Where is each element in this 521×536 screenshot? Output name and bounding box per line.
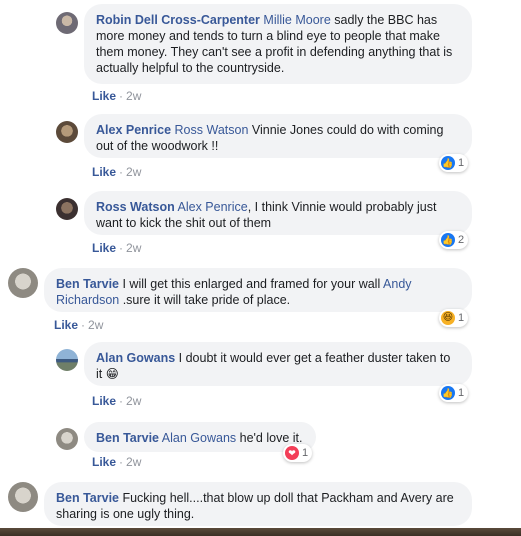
comment-text-after: .sure it will take pride of place. xyxy=(119,293,291,307)
comment-author[interactable]: Ben Tarvie xyxy=(96,431,159,445)
thumbs-up-icon: 👍 xyxy=(441,233,455,247)
like-link[interactable]: Like xyxy=(92,394,116,408)
separator: · xyxy=(119,241,124,255)
window-bottom-edge xyxy=(0,528,521,536)
reaction-count: 1 xyxy=(302,447,309,459)
separator: · xyxy=(119,394,124,408)
reaction-summary[interactable]: 👍 1 xyxy=(439,154,469,172)
like-link[interactable]: Like xyxy=(92,241,116,255)
comment-bubble: Alex Penrice Ross Watson Vinnie Jones co… xyxy=(84,114,472,158)
reaction-summary[interactable]: 👍 1 xyxy=(439,384,469,402)
comment-actions: Like · 2w xyxy=(92,394,141,408)
comment-actions: Like · 2w xyxy=(54,318,103,332)
comment-bubble: Ross Watson Alex Penrice, I think Vinnie… xyxy=(84,191,472,235)
avatar[interactable] xyxy=(8,482,38,512)
avatar[interactable] xyxy=(56,349,78,371)
comment-author[interactable]: Alex Penrice xyxy=(96,123,171,137)
like-link[interactable]: Like xyxy=(92,165,116,179)
comment-timestamp[interactable]: 2w xyxy=(88,318,103,332)
comment-timestamp[interactable]: 2w xyxy=(126,89,141,103)
reaction-count: 1 xyxy=(458,157,465,169)
comment-author[interactable]: Ben Tarvie xyxy=(56,491,119,505)
like-link[interactable]: Like xyxy=(92,89,116,103)
avatar[interactable] xyxy=(8,268,38,298)
heart-icon: ❤ xyxy=(285,446,299,460)
reaction-summary[interactable]: 😆 1 xyxy=(439,309,469,327)
comment-author[interactable]: Ben Tarvie xyxy=(56,277,119,291)
reaction-summary[interactable]: 👍 2 xyxy=(439,231,469,249)
comment-mention[interactable]: Millie Moore xyxy=(263,13,330,27)
comment-actions: Like · 2w xyxy=(92,241,141,255)
comment-actions: Like · 2w xyxy=(92,89,141,103)
separator: · xyxy=(119,165,124,179)
separator: · xyxy=(119,455,124,469)
comment-bubble: Ben Tarvie Alan Gowans he'd love it. xyxy=(84,422,316,452)
comment-bubble: Ben Tarvie I will get this enlarged and … xyxy=(44,268,472,312)
comment-timestamp[interactable]: 2w xyxy=(126,394,141,408)
thumbs-up-icon: 👍 xyxy=(441,386,455,400)
comment-actions: Like · 2w xyxy=(92,455,141,469)
like-link[interactable]: Like xyxy=(92,455,116,469)
grin-emoji: 😁 xyxy=(105,367,119,381)
comment-text: he'd love it. xyxy=(236,431,303,445)
comment-mention[interactable]: Alan Gowans xyxy=(162,431,236,445)
laughing-face-icon: 😆 xyxy=(441,311,455,325)
separator: · xyxy=(81,318,86,332)
thumbs-up-icon: 👍 xyxy=(441,156,455,170)
avatar[interactable] xyxy=(56,121,78,143)
comment-timestamp[interactable]: 2w xyxy=(126,165,141,179)
comment-author[interactable]: Ross Watson xyxy=(96,200,175,214)
avatar[interactable] xyxy=(56,198,78,220)
reaction-summary[interactable]: ❤ 1 xyxy=(283,444,313,462)
like-link[interactable]: Like xyxy=(54,318,78,332)
reaction-count: 1 xyxy=(458,312,465,324)
avatar[interactable] xyxy=(56,12,78,34)
comment-actions: Like · 2w xyxy=(92,165,141,179)
comment-timestamp[interactable]: 2w xyxy=(126,455,141,469)
comment-text: I will get this enlarged and framed for … xyxy=(119,277,384,291)
comment-bubble: Ben Tarvie Fucking hell....that blow up … xyxy=(44,482,472,526)
comment-author[interactable]: Robin Dell Cross-Carpenter xyxy=(96,13,260,27)
reaction-count: 2 xyxy=(458,234,465,246)
comment-mention[interactable]: Alex Penrice xyxy=(178,200,248,214)
avatar[interactable] xyxy=(56,428,78,450)
comment-mention[interactable]: Ross Watson xyxy=(175,123,249,137)
reaction-count: 1 xyxy=(458,387,465,399)
separator: · xyxy=(119,89,124,103)
comment-author[interactable]: Alan Gowans xyxy=(96,351,175,365)
comment-timestamp[interactable]: 2w xyxy=(126,241,141,255)
comment-bubble: Alan Gowans I doubt it would ever get a … xyxy=(84,342,472,386)
comment-bubble: Robin Dell Cross-Carpenter Millie Moore … xyxy=(84,4,472,84)
